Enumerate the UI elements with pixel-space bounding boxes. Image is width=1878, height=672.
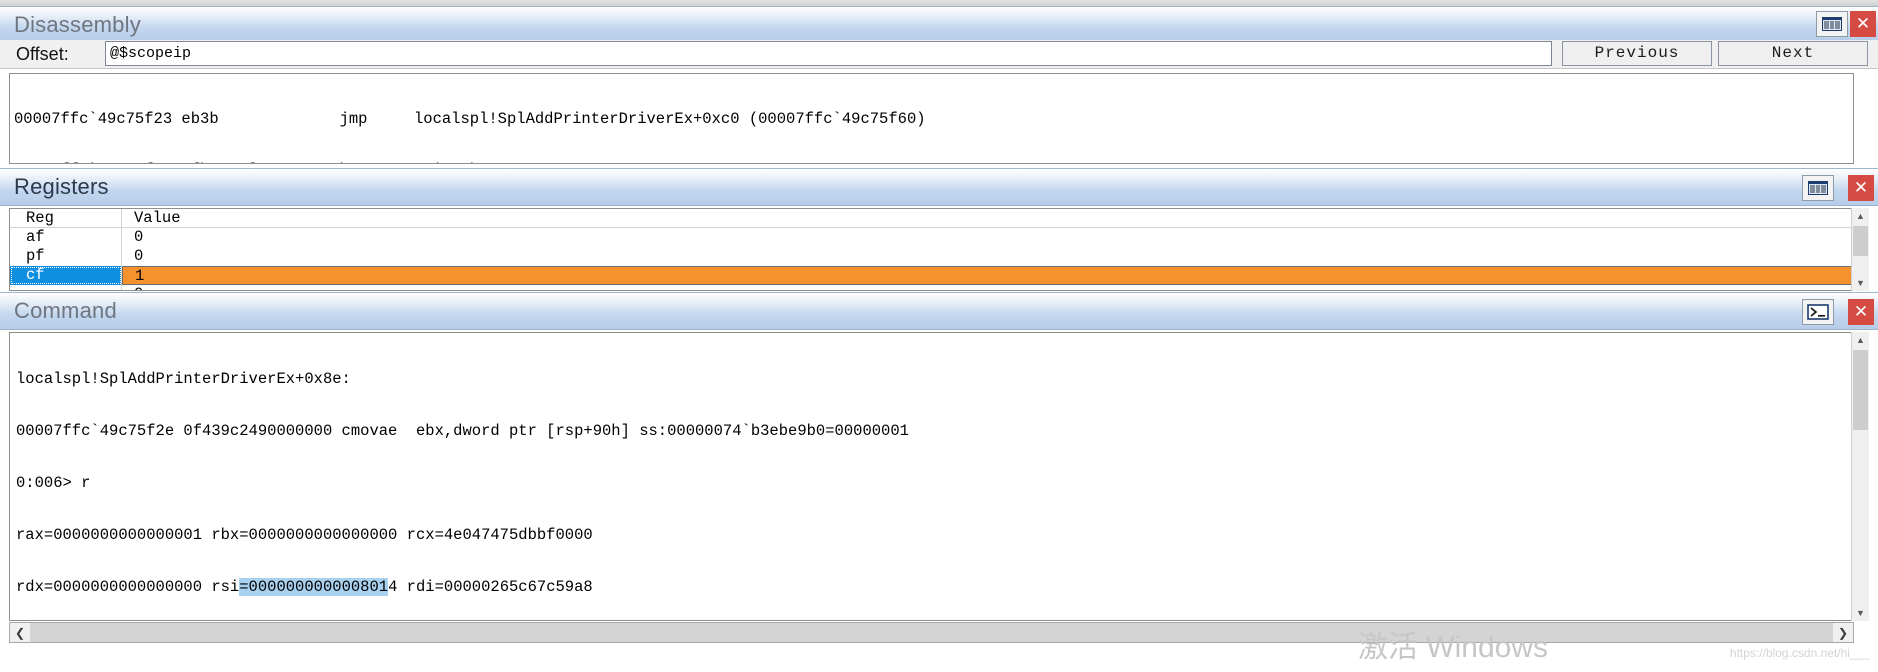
registers-reg-name: af (10, 228, 122, 247)
scroll-up-icon[interactable]: ▲ (1852, 332, 1869, 348)
scroll-down-icon[interactable]: ▼ (1852, 275, 1869, 291)
command-line: rax=0000000000000001 rbx=000000000000000… (16, 526, 1853, 545)
disassembly-code-area[interactable]: 00007ffc`49c75f23 eb3b jmp localspl!SplA… (9, 73, 1854, 164)
restore-window-icon[interactable] (1802, 175, 1834, 201)
registers-reg-value[interactable]: 0 (122, 247, 1853, 266)
command-close-icon[interactable]: ✕ (1848, 299, 1874, 325)
command-titlebar: Command ✕ (0, 292, 1878, 330)
offset-input[interactable] (105, 41, 1552, 66)
registers-grid[interactable]: Reg Value af 0 pf 0 cf 1 0 (9, 208, 1854, 291)
registers-scroll-thumb[interactable] (1853, 226, 1868, 256)
disassembly-title: Disassembly (14, 12, 141, 37)
command-panel: Command ✕ localspl!SplAddPrinterDriverEx… (0, 292, 1878, 672)
registers-row-pf[interactable]: pf 0 (10, 247, 1853, 266)
registers-reg-name: cf (10, 266, 122, 285)
next-button[interactable]: Next (1718, 41, 1868, 66)
command-title: Command (14, 298, 117, 323)
command-line-highlighted: rdx=0000000000000000 rsi=000000000000801… (16, 578, 1853, 597)
command-output-area[interactable]: localspl!SplAddPrinterDriverEx+0x8e: 000… (9, 332, 1854, 621)
disassembly-line-text: 00007ffc`49c75f23 eb3b jmp localspl!SplA… (14, 109, 926, 128)
registers-reg-value[interactable]: 0 (122, 228, 1853, 247)
disassembly-titlebar: Disassembly ✕ (0, 6, 1878, 42)
registers-panel: Registers ✕ Reg Value af 0 pf 0 cf 1 ▲ ▼ (0, 168, 1878, 295)
registers-row-cf[interactable]: cf 1 (10, 266, 1853, 285)
registers-close-icon[interactable]: ✕ (1848, 175, 1874, 201)
command-line: localspl!SplAddPrinterDriverEx+0x8e: (16, 369, 1853, 388)
restore-window-icon[interactable] (1816, 11, 1848, 37)
registers-column-reg: Reg (10, 209, 122, 227)
command-horizontal-scrollbar[interactable]: ❮ ❯ (9, 622, 1854, 643)
command-line-text: rax=0000000000000001 rbx=000000000000000… (16, 526, 593, 545)
command-highlighted-value: =000000000000801 (239, 578, 389, 597)
scroll-up-icon[interactable]: ▲ (1852, 208, 1869, 224)
disassembly-line-text: 00007ffc`49c75f25 0fbae60f bt esi,0Fh (14, 161, 479, 163)
scroll-right-icon[interactable]: ❯ (1833, 623, 1853, 642)
registers-reg-value[interactable]: 0 (122, 285, 1853, 290)
registers-reg-name (10, 285, 122, 290)
command-vertical-scrollbar[interactable]: ▲ ▼ (1851, 332, 1869, 621)
command-scroll-thumb[interactable] (1853, 350, 1868, 430)
disassembly-line[interactable]: 00007ffc`49c75f23 eb3b jmp localspl!SplA… (14, 109, 1853, 128)
registers-row-next[interactable]: 0 (10, 285, 1853, 290)
registers-reg-value[interactable]: 1 (122, 266, 1853, 285)
offset-label: Offset: (16, 44, 69, 64)
disassembly-panel: Disassembly ✕ Offset: Previous Next 0000… (0, 6, 1878, 166)
registers-row-af[interactable]: af 0 (10, 228, 1853, 247)
command-line: 00007ffc`49c75f2e 0f439c2490000000 cmova… (16, 421, 1853, 440)
registers-header-row: Reg Value (10, 209, 1853, 228)
command-line: 0:006> r (16, 474, 1853, 493)
registers-titlebar: Registers ✕ (0, 168, 1878, 206)
command-prompt-icon[interactable] (1802, 299, 1834, 325)
scroll-down-icon[interactable]: ▼ (1852, 605, 1869, 621)
command-line-text: 0:006> r (16, 474, 91, 493)
previous-button[interactable]: Previous (1562, 41, 1712, 66)
command-line-text: localspl!SplAddPrinterDriverEx+0x8e: (16, 369, 351, 388)
registers-reg-name: pf (10, 247, 122, 266)
registers-column-value: Value (134, 209, 181, 227)
registers-vertical-scrollbar[interactable]: ▲ ▼ (1851, 208, 1869, 291)
disassembly-close-icon[interactable]: ✕ (1850, 11, 1876, 37)
command-line-text: 00007ffc`49c75f2e 0f439c2490000000 cmova… (16, 421, 909, 440)
disassembly-line[interactable]: 00007ffc`49c75f25 0fbae60f bt esi,0Fh (14, 161, 1853, 163)
command-line-text: rdx=0000000000000000 rsi=000000000000801… (16, 578, 593, 597)
registers-title: Registers (14, 174, 109, 199)
disassembly-offset-bar: Offset: Previous Next (0, 40, 1878, 69)
scroll-left-icon[interactable]: ❮ (10, 623, 30, 642)
